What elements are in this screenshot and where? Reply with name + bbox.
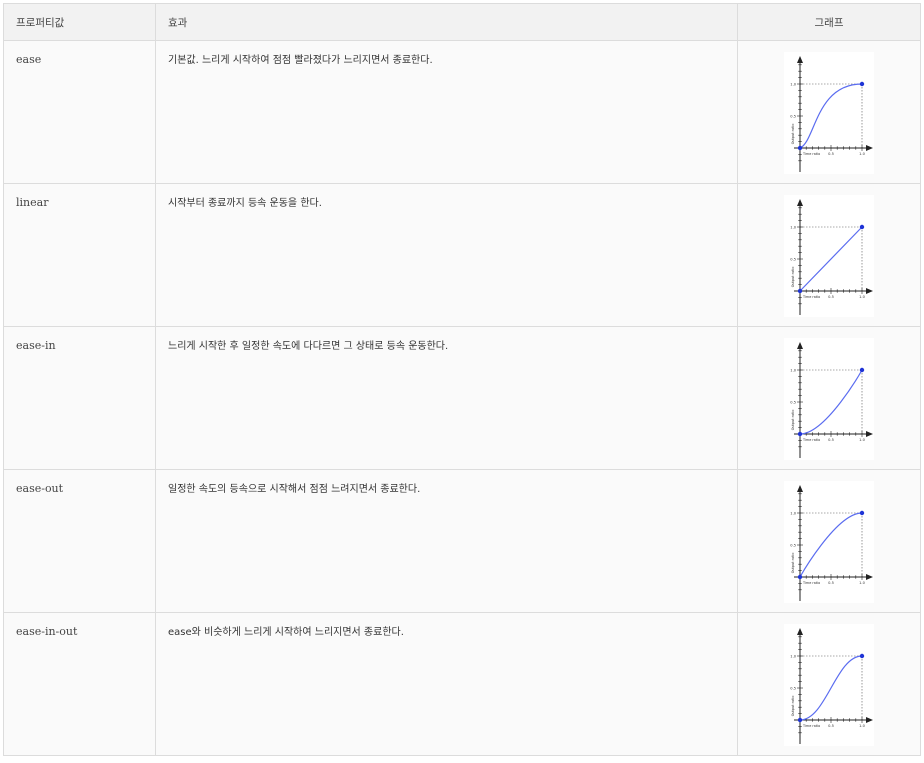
effect-description: 시작부터 종료까지 등속 운동을 한다.: [155, 183, 738, 327]
x-axis-title: Time ratio: [802, 581, 820, 585]
timing-function-table: 프로퍼티값 효과 그래프 ease 기본값. 느리게 시작하여 점점 빨라졌다가…: [3, 3, 921, 756]
effect-description: ease와 비슷하게 느리게 시작하여 느리지면서 종료한다.: [155, 612, 738, 756]
y-tick-label-1: 1.0: [790, 368, 796, 372]
y-axis-title: Output ratio: [791, 553, 795, 574]
x-axis-title: Time ratio: [802, 295, 820, 299]
y-axis-arrow: [797, 56, 803, 63]
table-row: ease-in 느리게 시작한 후 일정한 속도에 다다르면 그 상태로 등속 …: [3, 326, 921, 470]
y-tick-label-1: 1.0: [790, 82, 796, 86]
y-tick-label-1: 1.0: [790, 511, 796, 515]
effect-description: 일정한 속도의 등속으로 시작해서 점점 느려지면서 종료한다.: [155, 469, 738, 613]
start-point: [797, 288, 803, 294]
graph-cell: 1.0 0.5 0.5 1.0 Time ratio Output ratio: [737, 183, 921, 327]
start-point: [797, 717, 803, 723]
timing-curve: [799, 512, 863, 578]
table-row: linear 시작부터 종료까지 등속 운동을 한다. 1.0 0.5 0.5 1.0…: [3, 183, 921, 327]
timing-curve-graph: 1.0 0.5 0.5 1.0 Time ratio Output ratio: [784, 52, 874, 174]
property-value: ease-in-out: [3, 612, 156, 756]
effect-description: 기본값. 느리게 시작하여 점점 빨라졌다가 느리지면서 종료한다.: [155, 40, 738, 184]
end-point: [859, 224, 865, 230]
x-axis-arrow: [866, 717, 873, 723]
x-tick-label-1: 1.0: [859, 152, 865, 156]
y-tick-label-half: 0.5: [790, 543, 796, 547]
y-axis-arrow: [797, 485, 803, 492]
table-row: ease 기본값. 느리게 시작하여 점점 빨라졌다가 느리지면서 종료한다. …: [3, 40, 921, 184]
property-value: ease-in: [3, 326, 156, 470]
x-axis-title: Time ratio: [802, 438, 820, 442]
table-row: ease-in-out ease와 비슷하게 느리게 시작하여 느리지면서 종료…: [3, 612, 921, 756]
end-point: [859, 653, 865, 659]
y-tick-label-half: 0.5: [790, 686, 796, 690]
graph-cell: 1.0 0.5 0.5 1.0 Time ratio Output ratio: [737, 612, 921, 756]
end-point: [859, 81, 865, 87]
x-axis-arrow: [866, 431, 873, 437]
timing-curve: [799, 83, 863, 149]
x-tick-label-1: 1.0: [859, 438, 865, 442]
property-value: linear: [3, 183, 156, 327]
graph-cell: 1.0 0.5 0.5 1.0 Time ratio Output ratio: [737, 469, 921, 613]
timing-curve: [799, 226, 863, 292]
y-axis-title: Output ratio: [791, 696, 795, 717]
start-point: [797, 574, 803, 580]
y-axis-arrow: [797, 342, 803, 349]
table-row: ease-out 일정한 속도의 등속으로 시작해서 점점 느려지면서 종료한다…: [3, 469, 921, 613]
header-graph: 그래프: [737, 3, 921, 41]
x-axis-arrow: [866, 145, 873, 151]
x-axis-title: Time ratio: [802, 724, 820, 728]
x-tick-label-1: 1.0: [859, 295, 865, 299]
x-tick-label-half: 0.5: [828, 724, 834, 728]
header-property: 프로퍼티값: [3, 3, 156, 41]
timing-curve-graph: 1.0 0.5 0.5 1.0 Time ratio Output ratio: [784, 624, 874, 746]
x-axis-arrow: [866, 574, 873, 580]
timing-curve: [799, 369, 863, 435]
table-header-row: 프로퍼티값 효과 그래프: [3, 3, 921, 41]
y-tick-label-half: 0.5: [790, 257, 796, 261]
start-point: [797, 145, 803, 151]
y-tick-label-1: 1.0: [790, 654, 796, 658]
y-tick-label-1: 1.0: [790, 225, 796, 229]
x-tick-label-half: 0.5: [828, 581, 834, 585]
x-tick-label-half: 0.5: [828, 438, 834, 442]
x-axis-arrow: [866, 288, 873, 294]
timing-curve-graph: 1.0 0.5 0.5 1.0 Time ratio Output ratio: [784, 195, 874, 317]
property-value: ease-out: [3, 469, 156, 613]
graph-cell: 1.0 0.5 0.5 1.0 Time ratio Output ratio: [737, 40, 921, 184]
y-axis-title: Output ratio: [791, 267, 795, 288]
x-tick-label-1: 1.0: [859, 724, 865, 728]
y-axis-title: Output ratio: [791, 410, 795, 431]
x-tick-label-1: 1.0: [859, 581, 865, 585]
header-effect: 효과: [155, 3, 738, 41]
x-tick-label-half: 0.5: [828, 295, 834, 299]
table-body: ease 기본값. 느리게 시작하여 점점 빨라졌다가 느리지면서 종료한다. …: [3, 40, 921, 756]
x-axis-title: Time ratio: [802, 152, 820, 156]
end-point: [859, 367, 865, 373]
y-tick-label-half: 0.5: [790, 400, 796, 404]
y-axis-title: Output ratio: [791, 124, 795, 145]
timing-curve: [799, 655, 863, 721]
y-tick-label-half: 0.5: [790, 114, 796, 118]
start-point: [797, 431, 803, 437]
end-point: [859, 510, 865, 516]
graph-cell: 1.0 0.5 0.5 1.0 Time ratio Output ratio: [737, 326, 921, 470]
effect-description: 느리게 시작한 후 일정한 속도에 다다르면 그 상태로 등속 운동한다.: [155, 326, 738, 470]
timing-curve-graph: 1.0 0.5 0.5 1.0 Time ratio Output ratio: [784, 481, 874, 603]
y-axis-arrow: [797, 628, 803, 635]
timing-curve-graph: 1.0 0.5 0.5 1.0 Time ratio Output ratio: [784, 338, 874, 460]
property-value: ease: [3, 40, 156, 184]
y-axis-arrow: [797, 199, 803, 206]
x-tick-label-half: 0.5: [828, 152, 834, 156]
